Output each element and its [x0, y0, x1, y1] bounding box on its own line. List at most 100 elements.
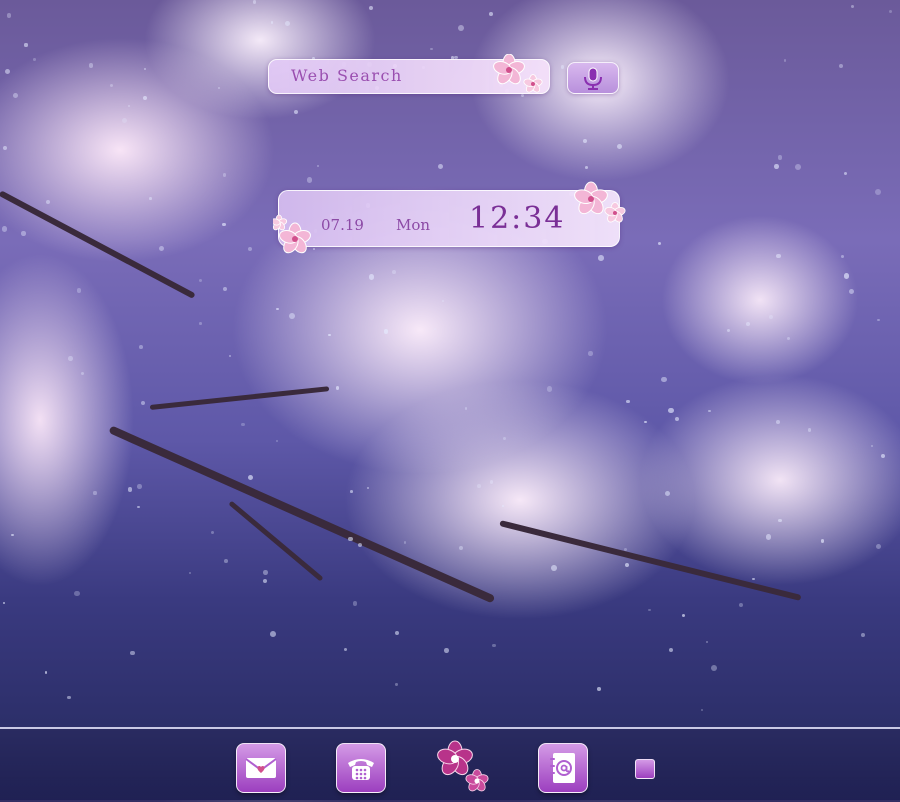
sparkle [369, 6, 373, 10]
sparkle [773, 164, 779, 169]
mail-icon [245, 758, 277, 778]
sparkle [870, 445, 873, 448]
clock-date: 07.19 [321, 216, 364, 234]
sparkle [710, 665, 717, 672]
sparkle [657, 241, 662, 246]
sparkle [626, 399, 630, 403]
sparkle [130, 650, 135, 656]
sparkle [476, 483, 481, 488]
sparkle [596, 686, 601, 691]
sparkle [67, 695, 71, 700]
sparkle [433, 327, 436, 330]
sparkle [128, 105, 131, 108]
sparkle [276, 307, 279, 310]
blossom-icon [493, 54, 543, 93]
sparkle [2, 601, 6, 605]
sparkle [625, 562, 630, 567]
app-drawer-blossom-icon[interactable] [433, 739, 493, 797]
sparkle [188, 571, 192, 575]
sparkle [218, 87, 221, 90]
sparkle [503, 436, 507, 440]
sparkle [708, 409, 712, 413]
search-label: Web Search [291, 66, 403, 85]
sparkle [4, 68, 11, 75]
sparkle [776, 420, 781, 424]
web-search-bar[interactable]: Web Search [268, 54, 550, 94]
voice-search-button[interactable] [567, 62, 619, 94]
sparkle [223, 558, 228, 563]
sparkle [366, 486, 370, 490]
sparkle [786, 336, 790, 340]
sparkle [644, 420, 647, 424]
sparkle [143, 67, 146, 71]
sparkle [127, 487, 132, 492]
sparkle [765, 534, 772, 541]
sparkle [223, 173, 227, 177]
sparkle [848, 288, 855, 294]
sparkle [443, 648, 449, 653]
sparkle [357, 542, 362, 547]
sparkle [888, 10, 892, 14]
sparkle [33, 58, 36, 62]
sparkle [142, 95, 148, 101]
sparkle [223, 287, 227, 292]
sparkle [768, 315, 773, 320]
sparkle [21, 231, 26, 236]
sparkle [222, 222, 226, 227]
sparkle [727, 328, 731, 333]
sparkle [820, 539, 825, 543]
sparkle [752, 577, 755, 581]
background-branch [499, 520, 802, 601]
sparkle [807, 428, 812, 432]
sparkle [795, 163, 802, 170]
sparkle [844, 171, 848, 175]
sparkle [199, 322, 202, 325]
sparkle [252, 0, 257, 4]
sparkle [588, 351, 593, 356]
sparkle [294, 109, 299, 114]
sparkle [289, 313, 295, 320]
sparkle [616, 144, 622, 150]
sparkle [661, 377, 667, 383]
blossom-icon [273, 214, 311, 254]
square-icon[interactable] [635, 759, 655, 779]
sparkle [316, 164, 319, 167]
mail-button[interactable] [236, 743, 286, 793]
sparkle [11, 533, 14, 537]
sparkle [457, 25, 464, 31]
sparkle [24, 43, 28, 47]
sparkle [429, 47, 433, 51]
sparkle [777, 154, 783, 160]
sparkle [739, 602, 744, 608]
sparkle [501, 504, 504, 507]
sparkle [241, 422, 245, 427]
sparkle [839, 63, 844, 68]
sparkle [437, 164, 443, 170]
sparkle [778, 518, 782, 523]
sparkle [270, 631, 276, 638]
sparkle [335, 386, 340, 390]
sparkle [384, 329, 389, 334]
sparkle [746, 322, 750, 327]
sparkle [343, 647, 347, 651]
sparkle [700, 708, 703, 711]
sparkle [2, 145, 8, 151]
sparkle [776, 253, 781, 259]
contacts-icon [550, 753, 575, 783]
clock-widget[interactable]: 07.19 Mon 12:34 [273, 181, 626, 254]
sparkle [352, 601, 358, 606]
sparkle [350, 490, 354, 494]
sparkle [76, 288, 82, 293]
contacts-button[interactable] [538, 743, 588, 793]
phone-button[interactable] [336, 743, 386, 793]
sparkle [368, 274, 375, 280]
sparkle [840, 254, 844, 258]
background-branch [149, 386, 330, 410]
sparkle [263, 569, 268, 575]
sparkle [875, 189, 882, 196]
clock-day: Mon [396, 216, 431, 234]
sparkle [284, 20, 290, 26]
sparkle [458, 545, 463, 551]
dock [0, 727, 900, 802]
sparkle [489, 480, 494, 485]
